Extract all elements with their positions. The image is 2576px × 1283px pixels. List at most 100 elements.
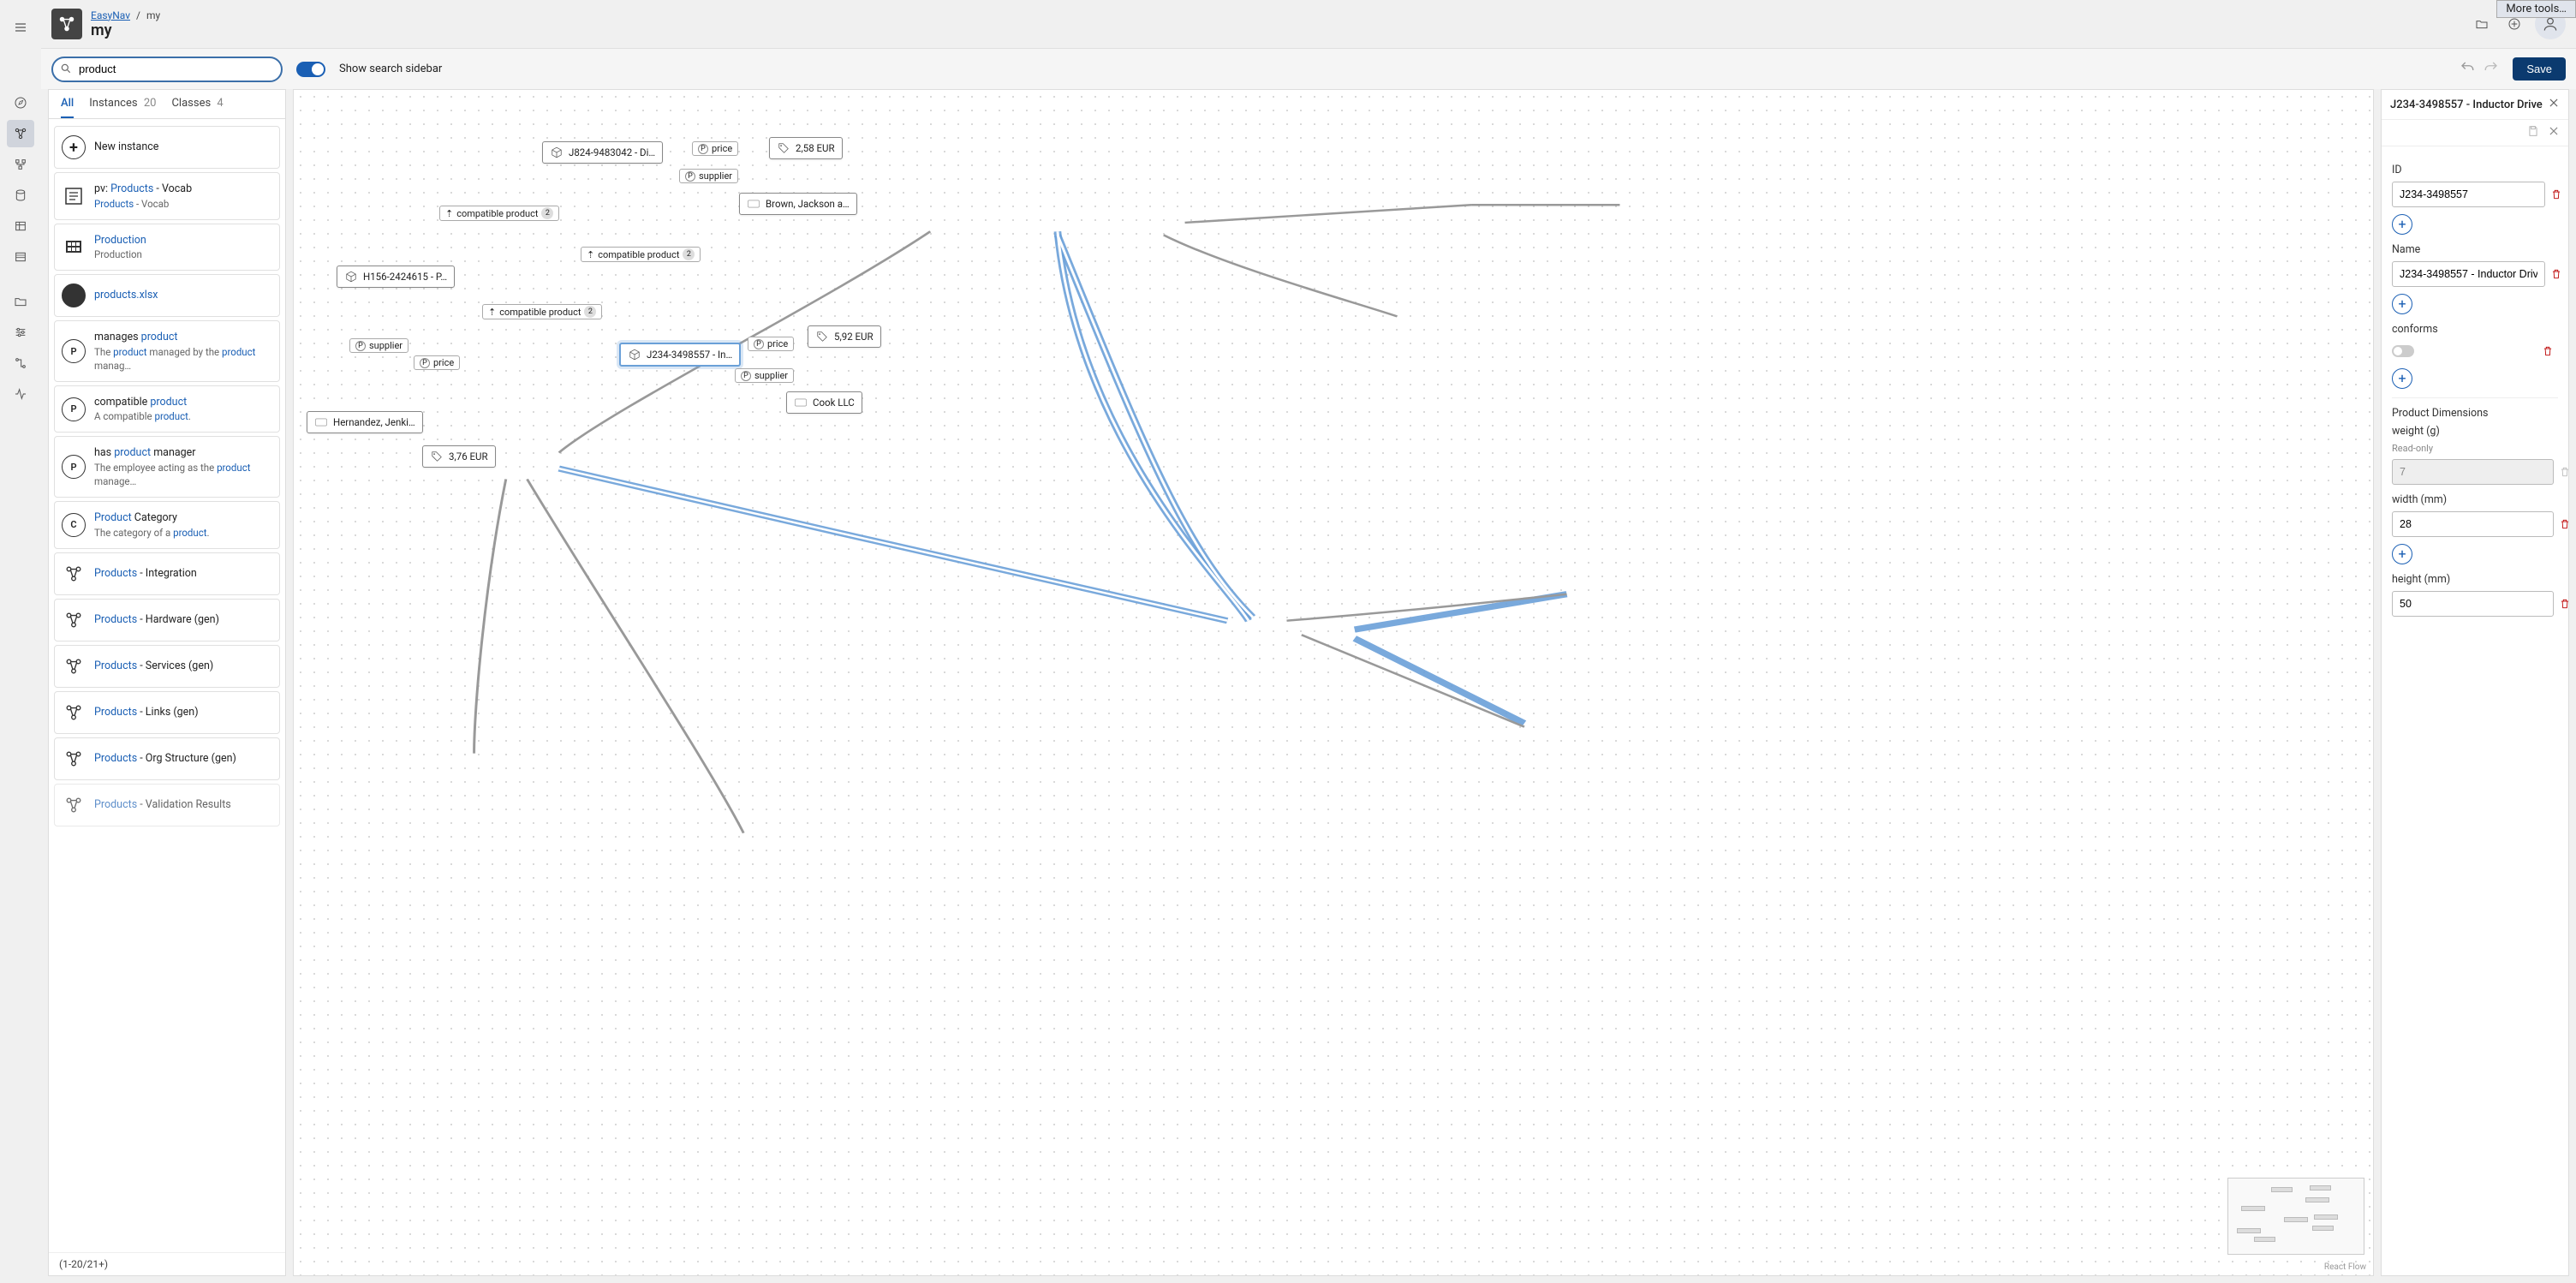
search-wrap (51, 57, 283, 82)
show-sidebar-toggle[interactable] (296, 62, 325, 77)
flow-icon (14, 356, 27, 370)
up-icon: ⇡ (488, 307, 496, 318)
list-item[interactable]: Products - Org Structure (gen) (54, 737, 280, 780)
rail-tree[interactable] (7, 151, 34, 178)
details-close2[interactable] (2548, 125, 2560, 140)
node-hernandez[interactable]: Hernandez, Jenki… (307, 411, 423, 433)
trash-icon (2550, 268, 2562, 280)
edge-supplier[interactable]: Psupplier (679, 169, 738, 183)
hamburger-menu[interactable] (0, 7, 41, 48)
list-item[interactable]: Products - Integration (54, 552, 280, 595)
rail-list[interactable] (7, 243, 34, 271)
edge-supplier-3[interactable]: Psupplier (735, 368, 794, 383)
header: EasyNav / my my (41, 0, 2576, 48)
name-delete[interactable] (2550, 264, 2562, 284)
tab-instances[interactable]: Instances 20 (89, 97, 156, 118)
new-instance-item[interactable]: + New instance (54, 126, 280, 169)
name-field[interactable] (2392, 261, 2545, 287)
edge-compat-1[interactable]: ⇡compatible product2 (581, 247, 701, 262)
conforms-add[interactable]: + (2392, 368, 2412, 389)
rail-activity[interactable] (7, 380, 34, 408)
edge-price-2[interactable]: Pprice (414, 355, 460, 370)
list-item[interactable]: C Product Category The category of a pro… (54, 501, 280, 549)
node-j824[interactable]: J824-9483042 - Di… (542, 141, 663, 164)
list-item[interactable]: Products - Links (gen) (54, 691, 280, 734)
t: The employee acting as the (94, 462, 217, 474)
app-logo[interactable] (51, 9, 82, 39)
list-item[interactable]: Products - Validation Results (54, 784, 280, 826)
list-item[interactable]: Products - Hardware (gen) (54, 599, 280, 642)
close-details[interactable] (2548, 97, 2560, 112)
search-input[interactable] (51, 57, 283, 82)
breadcrumb: EasyNav / my (91, 9, 160, 21)
edge-price[interactable]: Pprice (692, 141, 738, 156)
rail-sliders[interactable] (7, 319, 34, 346)
p-icon: P (62, 455, 86, 479)
redo-button[interactable] (2484, 60, 2499, 79)
t: has (94, 446, 114, 459)
width-field[interactable] (2392, 511, 2554, 537)
list-item[interactable]: Products - Services (gen) (54, 645, 280, 688)
canvas[interactable]: J824-9483042 - Di… H156-2424615 - P… J23… (293, 89, 2374, 1276)
conforms-toggle[interactable] (2392, 345, 2414, 357)
rail-folder[interactable] (7, 288, 34, 315)
save-button[interactable]: Save (2513, 57, 2566, 81)
t: Production (94, 234, 146, 247)
rail-flow[interactable] (7, 349, 34, 377)
minimap[interactable] (2227, 1178, 2364, 1255)
header-folder[interactable] (2470, 12, 2494, 36)
name-add[interactable]: + (2392, 294, 2412, 314)
t: Products (94, 567, 137, 580)
height-field[interactable] (2392, 591, 2554, 617)
rail-compass[interactable] (7, 89, 34, 116)
conforms-delete[interactable] (2537, 341, 2558, 361)
list-item[interactable]: P compatible product A compatible produc… (54, 385, 280, 433)
t: product (150, 396, 187, 409)
width-add[interactable]: + (2392, 544, 2412, 564)
node-brown[interactable]: Brown, Jackson a… (739, 193, 857, 215)
tabs: All Instances 20 Classes 4 (49, 90, 285, 119)
node-j234[interactable]: J234-3498557 - In… (619, 343, 741, 367)
node-price3[interactable]: 3,76 EUR (422, 445, 496, 468)
badge: 2 (683, 248, 695, 260)
node-label: Hernandez, Jenki… (333, 416, 415, 428)
node-price1[interactable]: 2,58 EUR (769, 137, 843, 159)
graph-icon (62, 747, 86, 771)
logo-graph-icon (57, 15, 76, 33)
list-item[interactable]: Production Production (54, 224, 280, 272)
t: Products (94, 752, 137, 765)
badge: 2 (541, 207, 553, 219)
edge-compat-2[interactable]: ⇡compatible product2 (439, 206, 559, 221)
list-item[interactable]: P has product manager The employee actin… (54, 436, 280, 498)
edge-supplier-2[interactable]: Psupplier (349, 338, 408, 353)
edge-compat-3[interactable]: ⇡compatible product2 (482, 304, 602, 319)
node-h156[interactable]: H156-2424615 - P… (337, 266, 455, 288)
rail-graph[interactable] (7, 120, 34, 147)
t: compatible (94, 396, 150, 409)
user-icon (2542, 15, 2559, 33)
id-add[interactable]: + (2392, 214, 2412, 235)
width-delete[interactable] (2559, 514, 2568, 534)
edge-price-3[interactable]: Pprice (748, 337, 794, 351)
id-delete[interactable] (2550, 184, 2562, 205)
list-item[interactable]: P manages product The product managed by… (54, 320, 280, 382)
node-cook[interactable]: Cook LLC (786, 391, 862, 414)
list-item[interactable]: pv: Products - Vocab Products - Vocab (54, 172, 280, 220)
node-price2[interactable]: 5,92 EUR (808, 325, 881, 348)
trash-icon (2550, 188, 2562, 200)
weight-field (2392, 459, 2554, 485)
t: product (114, 446, 151, 459)
tab-all[interactable]: All (61, 97, 74, 118)
tab-classes[interactable]: Classes 4 (171, 97, 223, 118)
rail-db[interactable] (7, 182, 34, 209)
package-icon (344, 270, 358, 283)
id-label: ID (2392, 164, 2558, 176)
id-field[interactable] (2392, 182, 2545, 207)
rail-table[interactable] (7, 212, 34, 240)
tree-icon (14, 158, 27, 171)
list-item[interactable]: products.xlsx (54, 274, 280, 317)
breadcrumb-root[interactable]: EasyNav (91, 9, 130, 21)
details-save[interactable] (2527, 125, 2539, 140)
height-delete[interactable] (2559, 594, 2568, 614)
undo-button[interactable] (2460, 60, 2475, 79)
